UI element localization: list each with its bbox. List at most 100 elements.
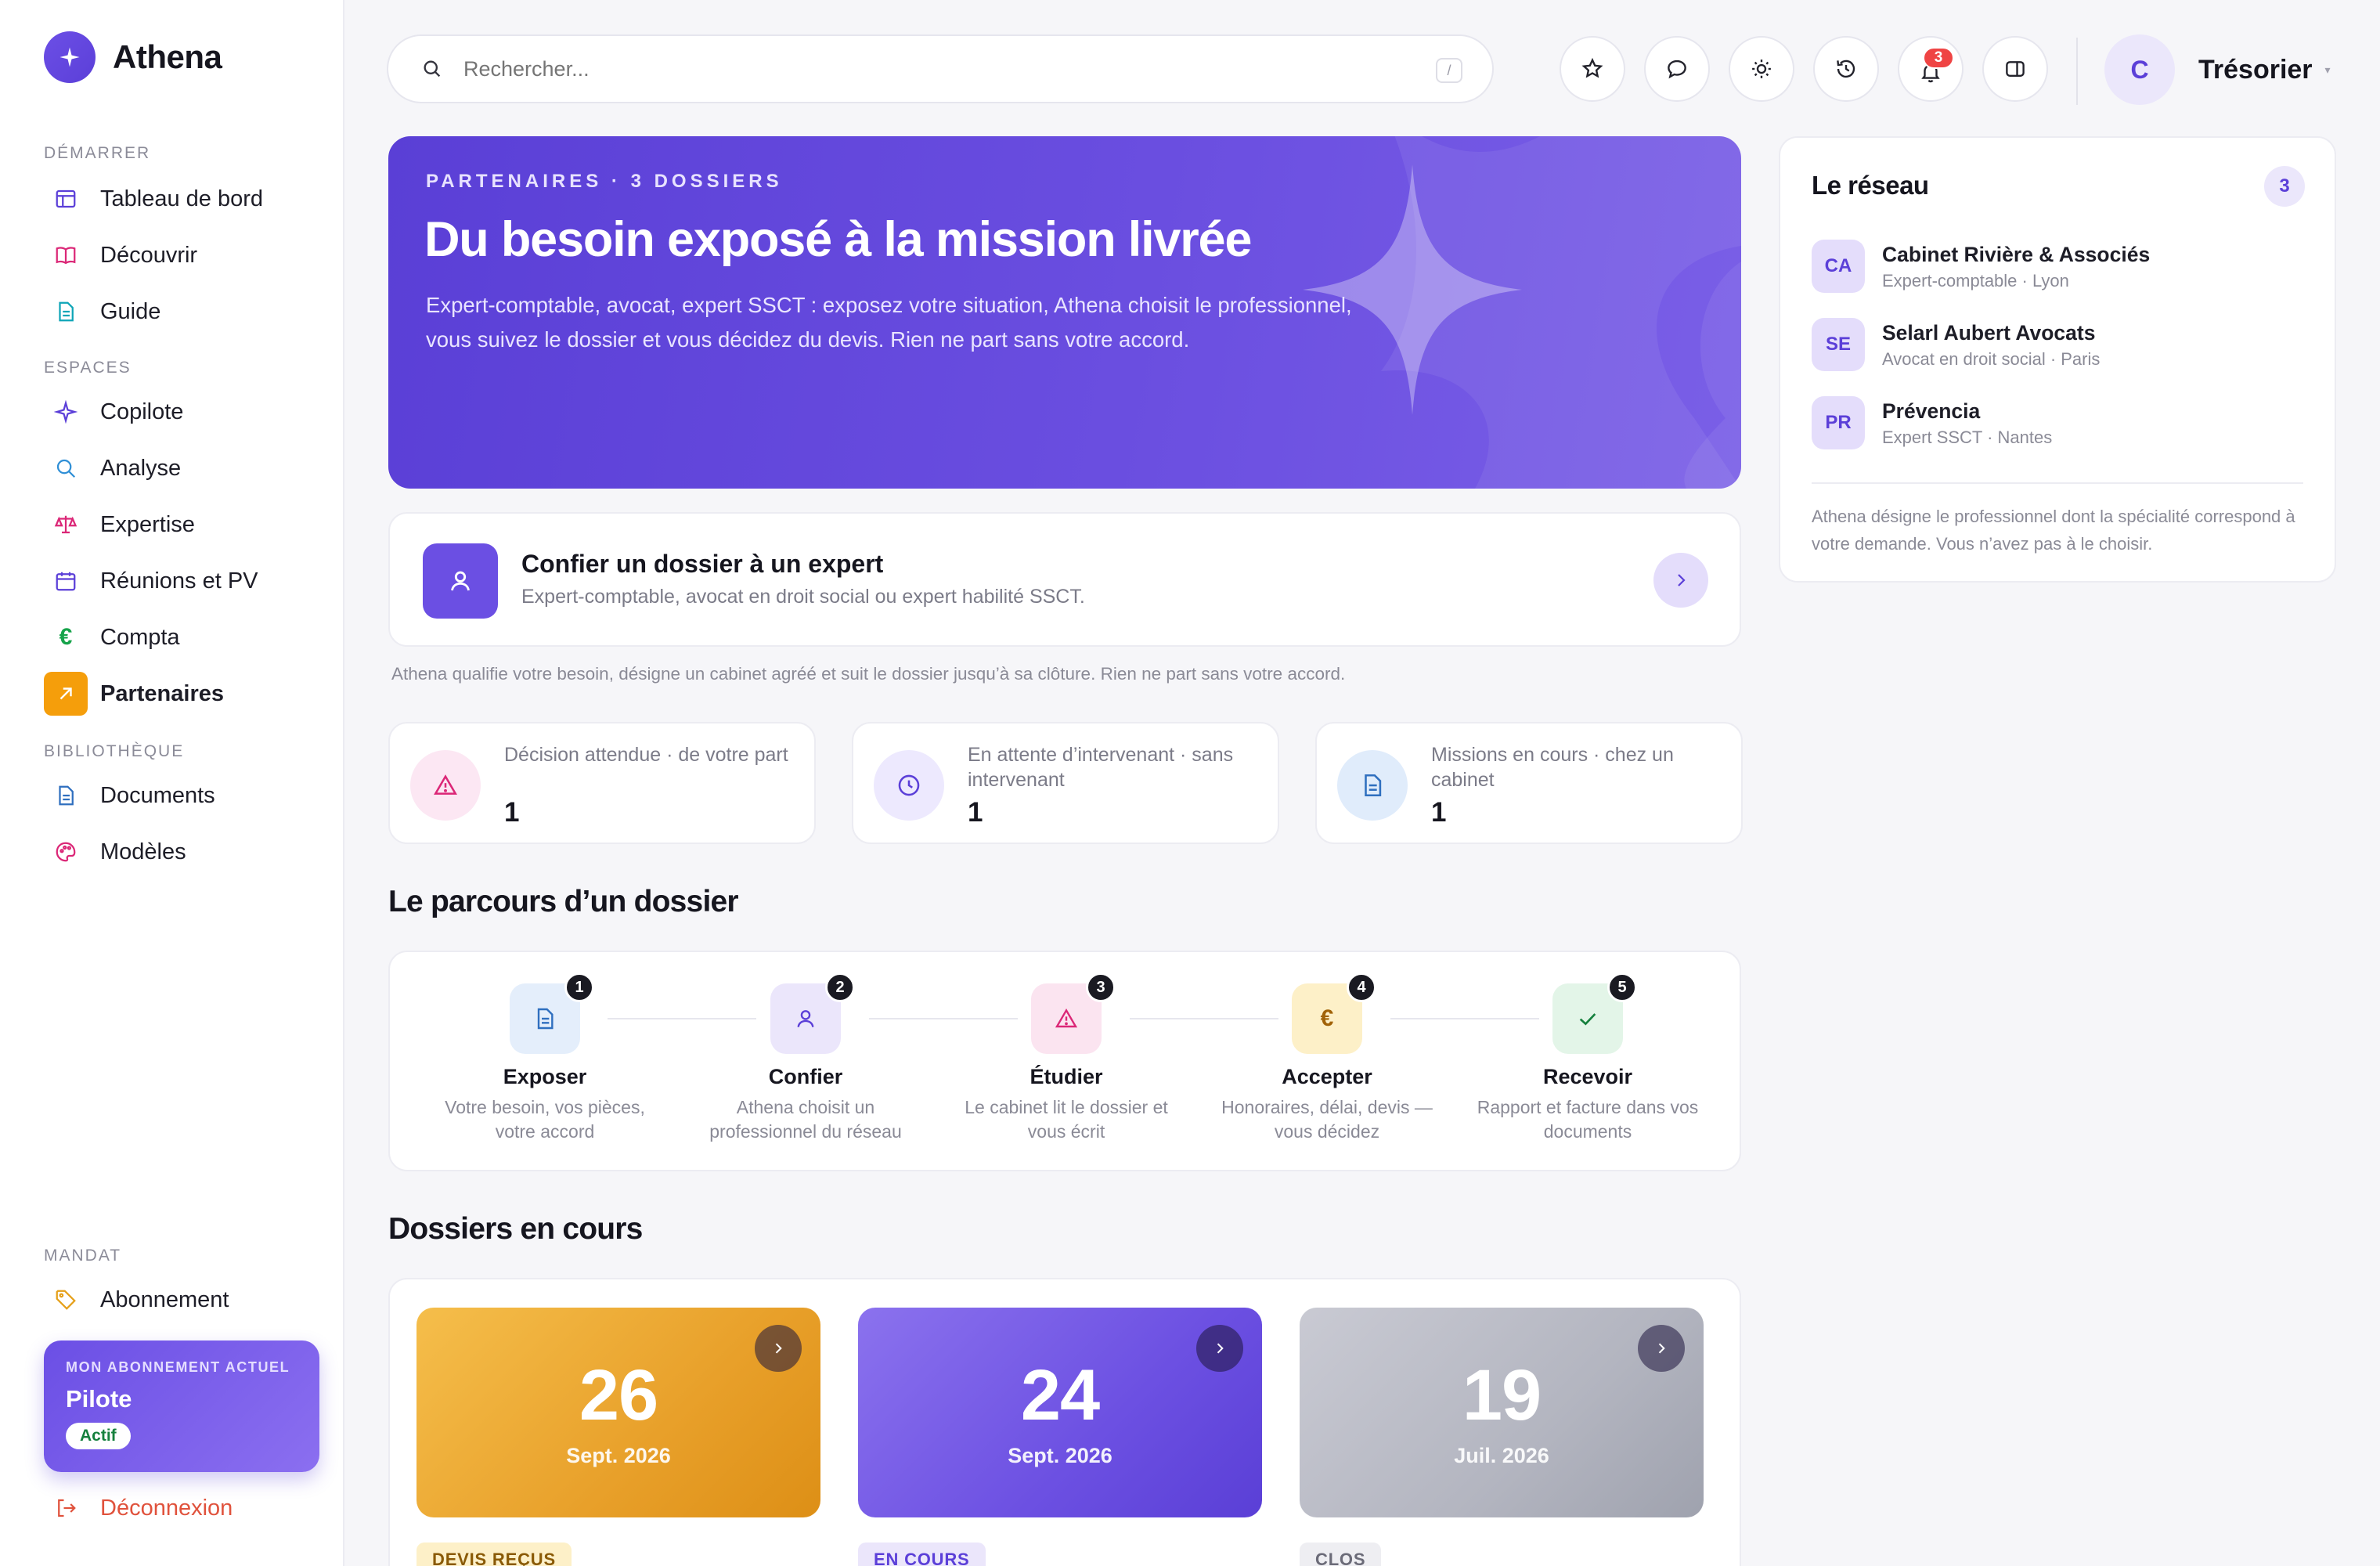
sidebar-item-abonnement[interactable]: Abonnement — [44, 1276, 318, 1323]
stat-label: Décision attendue · de votre part — [504, 744, 788, 766]
star-icon — [1581, 57, 1604, 81]
step-accepter: € 4 Accepter Honoraires, délai, devis — … — [1210, 972, 1444, 1144]
section-label-mandate: MANDAT — [44, 1247, 122, 1265]
sidebar-item-guide[interactable]: Guide — [44, 288, 318, 335]
dossier-tile[interactable]: 19 Juil. 2026 — [1300, 1308, 1704, 1517]
sidebar: Athena DÉMARRER Tableau de bord Découvri… — [0, 0, 344, 1566]
dossier-day: 26 — [579, 1355, 658, 1435]
stat-card-decision[interactable]: Décision attendue · de votre part 1 — [388, 722, 816, 844]
sidebar-item-copilote[interactable]: Copilote — [44, 388, 318, 435]
hero-kicker: PARTENAIRES · 3 DOSSIERS — [426, 171, 783, 192]
step-description: Athena choisit un professionnel du résea… — [709, 1097, 902, 1142]
list-item[interactable]: PR Prévencia Expert SSCT · Nantes — [1812, 396, 2313, 451]
step-number: 5 — [1607, 972, 1637, 1002]
subscription-status-badge: Actif — [66, 1423, 131, 1449]
dossier-open-button[interactable] — [755, 1325, 802, 1372]
chat-icon — [1665, 57, 1689, 81]
history-button[interactable] — [1813, 36, 1879, 102]
sidebar-item-label: Copilote — [100, 399, 184, 424]
chevron-right-icon — [770, 1340, 786, 1356]
search-bar[interactable]: / — [387, 34, 1494, 103]
stat-value: 1 — [504, 797, 520, 828]
sidebar-item-decouvrir[interactable]: Découvrir — [44, 232, 318, 279]
chevron-right-icon — [1212, 1340, 1228, 1356]
favorites-button[interactable] — [1560, 36, 1625, 102]
sidebar-item-documents[interactable]: Documents — [44, 772, 318, 819]
reseau-title: Le réseau — [1812, 171, 1929, 200]
step-etudier: 3 Étudier Le cabinet lit le dossier et v… — [949, 972, 1184, 1144]
dossier-open-button[interactable] — [1638, 1325, 1685, 1372]
sidebar-item-reunions[interactable]: Réunions et PV — [44, 557, 318, 604]
step-title: Étudier — [1030, 1065, 1103, 1088]
step-number: 4 — [1347, 972, 1376, 1002]
subscription-plan: Pilote — [66, 1385, 132, 1413]
euro-icon: € 4 — [1292, 972, 1376, 1054]
sidebar-item-tableau-de-bord[interactable]: Tableau de bord — [44, 175, 318, 222]
step-title: Confier — [768, 1065, 843, 1088]
sidebar-item-partenaires[interactable]: Partenaires — [44, 670, 318, 717]
brand[interactable]: Athena — [44, 31, 222, 83]
user-menu[interactable]: C Trésorier ▾ — [2104, 34, 2331, 105]
stat-card-missions[interactable]: Missions en cours · chez un cabinet 1 — [1315, 722, 1743, 844]
app-name: Athena — [113, 38, 222, 75]
step-title: Exposer — [503, 1065, 587, 1088]
dossier-month: Sept. 2026 — [1008, 1444, 1112, 1467]
user-name: Trésorier — [2198, 54, 2313, 85]
search-input[interactable] — [463, 56, 1492, 81]
step-confier: 2 Confier Athena choisit un professionne… — [688, 972, 923, 1144]
sidebar-item-label: Expertise — [100, 511, 195, 537]
dossier-tile[interactable]: 26 Sept. 2026 — [416, 1308, 820, 1517]
subscription-card[interactable]: MON ABONNEMENT ACTUEL Pilote Actif — [44, 1340, 319, 1472]
step-number: 2 — [825, 972, 855, 1002]
messages-button[interactable] — [1644, 36, 1710, 102]
sidebar-item-analyse[interactable]: Analyse — [44, 445, 318, 492]
sidebar-item-compta[interactable]: € Compta — [44, 614, 318, 661]
parcours-card: 1 Exposer Votre besoin, vos pièces, votr… — [388, 951, 1741, 1171]
sidebar-item-expertise[interactable]: Expertise — [44, 501, 318, 548]
confier-go-button[interactable] — [1653, 553, 1708, 608]
stat-label: En attente d’intervenant · sans interven… — [968, 744, 1234, 791]
logout-button[interactable]: Déconnexion — [44, 1485, 318, 1532]
sidebar-item-modeles[interactable]: Modèles — [44, 828, 318, 875]
chevron-down-icon: ▾ — [2324, 63, 2331, 76]
confier-dossier-card[interactable]: Confier un dossier à un expert Expert-co… — [388, 512, 1741, 647]
section-label-start: DÉMARRER — [44, 144, 151, 162]
sidebar-item-label: Modèles — [100, 839, 186, 864]
reseau-panel: Le réseau 3 CA Cabinet Rivière & Associé… — [1779, 136, 2336, 583]
member-name: Cabinet Rivière & Associés — [1882, 243, 2151, 266]
stat-card-attente[interactable]: En attente d’intervenant · sans interven… — [852, 722, 1279, 844]
member-subtitle: Expert-comptable · Lyon — [1882, 271, 2069, 290]
sidebar-item-label: Documents — [100, 782, 215, 808]
notifications-button[interactable]: 3 — [1898, 36, 1964, 102]
step-number: 1 — [564, 972, 594, 1002]
member-name: Selarl Aubert Avocats — [1882, 321, 2096, 345]
dossier-tile[interactable]: 24 Sept. 2026 — [858, 1308, 1262, 1517]
subscription-kicker: MON ABONNEMENT ACTUEL — [66, 1359, 290, 1375]
dossier-day: 24 — [1020, 1355, 1100, 1435]
step-description: Honoraires, délai, devis — vous décidez — [1221, 1097, 1433, 1142]
list-item[interactable]: CA Cabinet Rivière & Associés Expert-com… — [1812, 240, 2313, 294]
chevron-right-icon — [1653, 1340, 1669, 1356]
user-icon: 2 — [770, 972, 855, 1054]
dossier-month: Juil. 2026 — [1454, 1444, 1549, 1467]
sidebar-item-label: Réunions et PV — [100, 568, 258, 594]
parcours-title: Le parcours d’un dossier — [388, 885, 739, 918]
avatar: PR — [1812, 396, 1865, 449]
search-icon — [44, 446, 88, 490]
panel-toggle-button[interactable] — [1982, 36, 2048, 102]
sidebar-item-label: Découvrir — [100, 242, 198, 268]
sidebar-item-label: Partenaires — [100, 680, 224, 706]
sidebar-item-label: Tableau de bord — [100, 186, 263, 211]
search-icon — [421, 58, 443, 80]
step-number: 3 — [1086, 972, 1116, 1002]
theme-toggle-button[interactable] — [1729, 36, 1794, 102]
hero-description: Expert-comptable, avocat, expert SSCT : … — [426, 293, 1352, 352]
sidebar-item-label: Guide — [100, 298, 161, 324]
list-item[interactable]: SE Selarl Aubert Avocats Avocat en droit… — [1812, 318, 2313, 373]
step-title: Accepter — [1282, 1065, 1372, 1088]
dossier-open-button[interactable] — [1196, 1325, 1243, 1372]
warning-icon: 3 — [1031, 972, 1116, 1054]
step-description: Le cabinet lit le dossier et vous écrit — [965, 1097, 1168, 1142]
status-badge: EN COURS — [858, 1543, 986, 1566]
member-subtitle: Expert SSCT · Nantes — [1882, 428, 2053, 447]
